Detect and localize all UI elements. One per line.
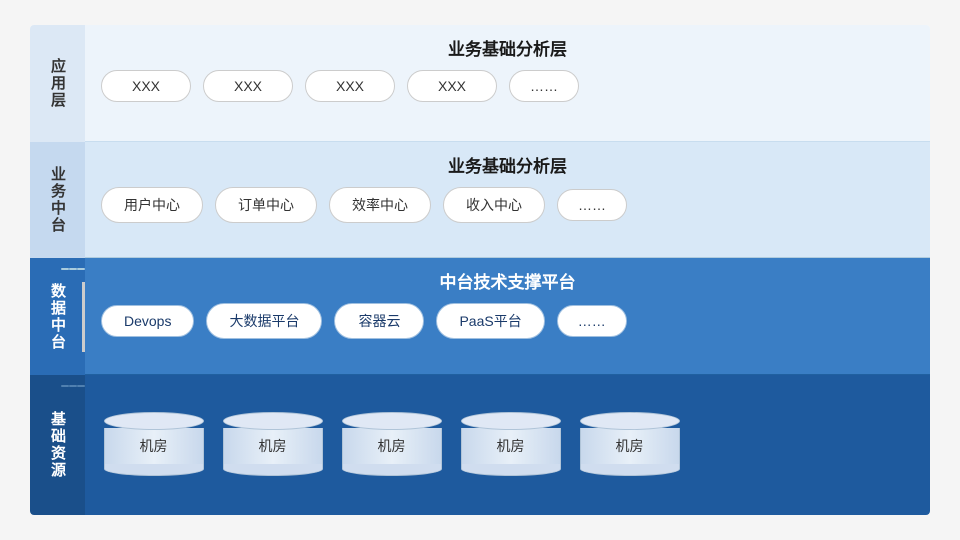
cylinder-4-body: 机房 bbox=[580, 428, 680, 464]
architecture-diagram: 应 用 层 业务基础分析层 XXX XXX XXX XXX …… 业 务 中 台… bbox=[30, 25, 930, 515]
cylinder-4-bottom bbox=[580, 462, 680, 476]
cylinder-2-top bbox=[342, 412, 442, 430]
data-ellipsis: …… bbox=[557, 305, 627, 337]
app-card-0: XXX bbox=[101, 70, 191, 102]
biz-layer-title: 业务基础分析层 bbox=[101, 152, 914, 177]
biz-card-0: 用户中心 bbox=[101, 187, 203, 223]
biz-layer-row: 业 务 中 台 业务基础分析层 用户中心 订单中心 效率中心 收入中心 …… bbox=[30, 142, 930, 259]
cylinder-0-top bbox=[104, 412, 204, 430]
biz-card-2: 效率中心 bbox=[329, 187, 431, 223]
cylinder-4-top bbox=[580, 412, 680, 430]
cylinder-0-bottom bbox=[104, 462, 204, 476]
data-layer-content: 中台技术支撑平台 Devops 大数据平台 容器云 PaaS平台 …… bbox=[85, 258, 930, 375]
cylinder-1-bottom bbox=[223, 462, 323, 476]
cylinder-2-body: 机房 bbox=[342, 428, 442, 464]
cylinder-3-body: 机房 bbox=[461, 428, 561, 464]
data-layer-cards: Devops 大数据平台 容器云 PaaS平台 …… bbox=[101, 303, 914, 339]
infra-cylinders: 机房 机房 机房 bbox=[101, 408, 914, 480]
infra-layer-row: 基 础 资 源 机房 bbox=[30, 375, 930, 515]
cylinder-0-body: 机房 bbox=[104, 428, 204, 464]
data-card-3: PaaS平台 bbox=[436, 303, 544, 339]
cylinder-0: 机房 bbox=[101, 412, 206, 476]
biz-layer-label: 业 务 中 台 bbox=[30, 142, 85, 259]
data-layer-row: 数 据 中 台 中台技术支撑平台 Devops 大数据平台 容器云 PaaS平台… bbox=[30, 258, 930, 375]
app-card-2: XXX bbox=[305, 70, 395, 102]
data-card-0: Devops bbox=[101, 305, 194, 337]
cylinder-2-bottom bbox=[342, 462, 442, 476]
infra-layer-label: 基 础 资 源 bbox=[30, 375, 85, 515]
biz-ellipsis: …… bbox=[557, 189, 627, 221]
cylinder-1-top bbox=[223, 412, 323, 430]
cylinder-1: 机房 bbox=[220, 412, 325, 476]
cylinder-1-body: 机房 bbox=[223, 428, 323, 464]
data-card-1: 大数据平台 bbox=[206, 303, 322, 339]
app-layer-label: 应 用 层 bbox=[30, 25, 85, 142]
biz-layer-cards: 用户中心 订单中心 效率中心 收入中心 …… bbox=[101, 187, 914, 223]
biz-card-1: 订单中心 bbox=[215, 187, 317, 223]
cylinder-2: 机房 bbox=[339, 412, 444, 476]
app-layer-row: 应 用 层 业务基础分析层 XXX XXX XXX XXX …… bbox=[30, 25, 930, 142]
cylinder-3-top bbox=[461, 412, 561, 430]
cylinder-4: 机房 bbox=[577, 412, 682, 476]
cylinder-3: 机房 bbox=[458, 412, 563, 476]
app-card-1: XXX bbox=[203, 70, 293, 102]
app-ellipsis: …… bbox=[509, 70, 579, 102]
app-layer-title: 业务基础分析层 bbox=[101, 35, 914, 60]
infra-layer-content: 机房 机房 机房 bbox=[85, 375, 930, 515]
data-layer-title: 中台技术支撑平台 bbox=[101, 268, 914, 293]
app-layer-content: 业务基础分析层 XXX XXX XXX XXX …… bbox=[85, 25, 930, 142]
biz-card-3: 收入中心 bbox=[443, 187, 545, 223]
app-layer-cards: XXX XXX XXX XXX …… bbox=[101, 70, 914, 102]
data-card-2: 容器云 bbox=[334, 303, 424, 339]
data-layer-label: 数 据 中 台 bbox=[30, 258, 85, 375]
biz-layer-content: 业务基础分析层 用户中心 订单中心 效率中心 收入中心 …… bbox=[85, 142, 930, 259]
app-card-3: XXX bbox=[407, 70, 497, 102]
cylinder-3-bottom bbox=[461, 462, 561, 476]
